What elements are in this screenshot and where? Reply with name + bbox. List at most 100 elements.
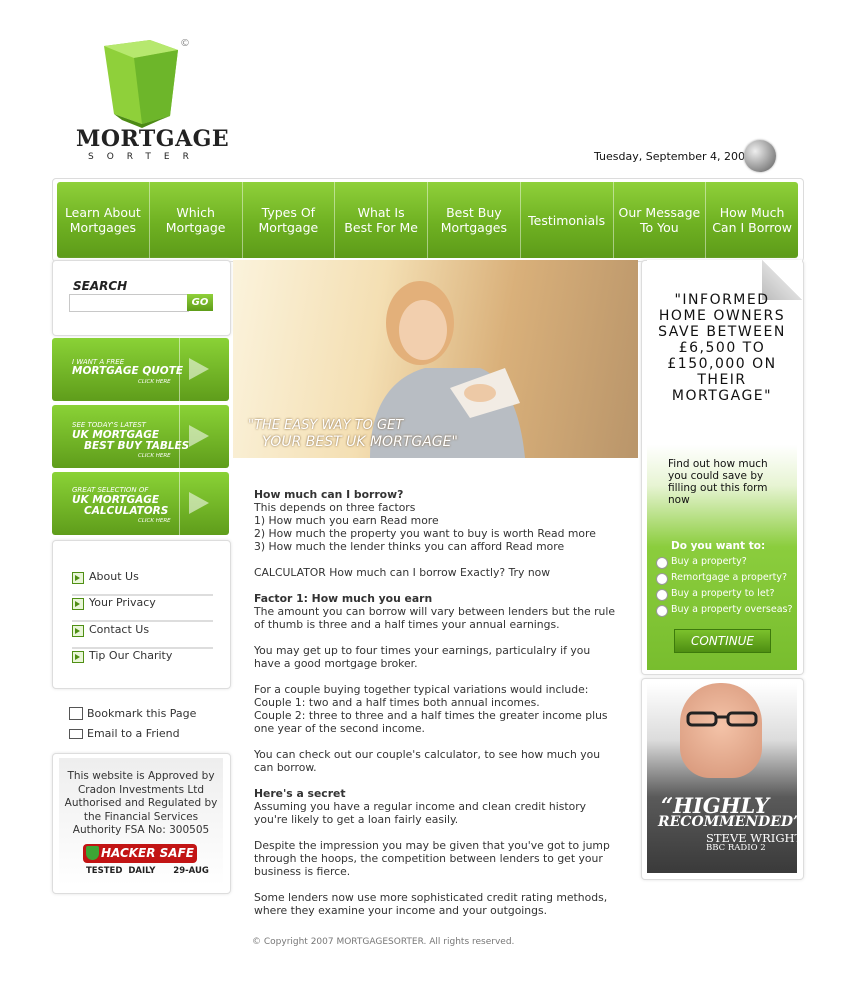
calculator-link[interactable]: CALCULATOR How much can I borrow Exactly… — [254, 566, 618, 579]
nav-label: Mortgage — [165, 220, 226, 235]
option-label: Buy a property? — [671, 556, 747, 567]
arrow-box-icon — [72, 572, 84, 584]
testimonial-recommended: RECOMMENDED” — [658, 814, 802, 830]
promo-big-text: Calculators — [84, 505, 169, 517]
logo-copyright-mark: © — [180, 38, 190, 49]
hero-tagline-2: YOUR BEST UK MORTGAGE" — [262, 434, 458, 450]
arrow-box-icon — [72, 598, 84, 610]
nav-which-mortgage[interactable]: Which Mortgage — [150, 182, 243, 258]
paragraph: Despite the impression you may be given … — [254, 839, 610, 878]
nav-label: Mortgage — [258, 220, 319, 235]
promo-big-text: Mortgage Quote — [72, 365, 184, 377]
search-input[interactable] — [69, 294, 189, 312]
text-line[interactable]: 1) How much you earn Read more — [254, 514, 618, 527]
nav-our-message-to-you[interactable]: Our Message To You — [614, 182, 707, 258]
nav-learn-about-mortgages[interactable]: Learn About Mortgages — [57, 182, 150, 258]
find-out-text: Find out how much you could save by fill… — [668, 458, 768, 506]
promo-divider — [179, 472, 180, 535]
nav-label: Our Message — [618, 205, 701, 220]
link-label: Your Privacy — [89, 596, 156, 609]
nav-label: Types Of — [261, 205, 316, 220]
nav-types-of-mortgage[interactable]: Types Of Mortgage — [243, 182, 336, 258]
logo-subtext: SORTER — [88, 152, 202, 162]
paragraph: Some lenders now use more sophisticated … — [254, 891, 608, 917]
text-line: This depends on three factors — [254, 501, 416, 514]
paragraph: You can check out our couple's calculato… — [254, 748, 601, 774]
savings-quote: "Informed home owners save between £6,50… — [658, 292, 786, 404]
nav-label: Best Buy — [446, 205, 502, 220]
promo-calculators[interactable]: Great selection of UK Mortgage Calculato… — [52, 472, 229, 535]
arrow-right-icon — [189, 492, 209, 514]
promo-small-text: See today's latest — [72, 421, 146, 429]
logo-text[interactable]: MORTGAGE — [76, 126, 229, 152]
link-tip-our-charity[interactable]: Tip Our Charity — [72, 647, 213, 673]
link-label: Contact Us — [89, 623, 150, 636]
text-line[interactable]: 2) How much the property you want to buy… — [254, 527, 618, 540]
text-line[interactable]: 3) How much the lender thinks you can af… — [254, 540, 618, 553]
text-line: Couple 1: two and a half times both annu… — [254, 696, 540, 709]
continue-button[interactable]: CONTINUE — [674, 629, 771, 653]
link-contact-us[interactable]: Contact Us — [72, 621, 213, 649]
nav-label: Mortgages — [69, 220, 136, 235]
arrow-right-icon — [189, 358, 209, 380]
option-label: Remortgage a property? — [671, 572, 788, 583]
steve-wright-photo — [680, 683, 762, 778]
bookmark-label: Bookmark this Page — [87, 707, 197, 720]
nav-best-buy-mortgages[interactable]: Best Buy Mortgages — [428, 182, 521, 258]
copyright-footer: © Copyright 2007 MORTGAGESORTER. All rig… — [252, 937, 515, 947]
nav-label: Mortgages — [440, 220, 507, 235]
promo-small-text: Great selection of — [72, 486, 149, 494]
current-date: Tuesday, September 4, 2007 — [594, 150, 753, 163]
radio-button[interactable] — [656, 589, 668, 601]
radio-button[interactable] — [656, 557, 668, 569]
promo-best-buy-tables[interactable]: See today's latest UK Mortgage Best Buy … — [52, 405, 229, 468]
tested-date: 29-AUG — [173, 866, 209, 876]
arrow-box-icon — [72, 651, 84, 663]
paragraph: The amount you can borrow will vary betw… — [254, 605, 616, 631]
do-you-want-label: Do you want to: — [671, 540, 766, 552]
nav-label: Which — [176, 205, 215, 220]
heading-factor-1: Factor 1: How much you earn — [254, 592, 433, 605]
link-your-privacy[interactable]: Your Privacy — [72, 594, 213, 622]
main-content: How much can I borrow? This depends on t… — [254, 488, 618, 930]
promo-divider — [179, 405, 180, 468]
nav-what-is-best-for-me[interactable]: What Is Best For Me — [335, 182, 428, 258]
main-nav: Learn About Mortgages Which Mortgage Types… — [57, 182, 798, 258]
option-label: Buy a property to let? — [671, 588, 775, 599]
arrow-right-icon — [189, 425, 209, 447]
envelope-icon — [69, 729, 83, 739]
nav-label: Learn About — [64, 205, 141, 220]
nav-label: What Is — [357, 205, 405, 220]
nav-label: Can I Borrow — [712, 220, 793, 235]
tested-text: TESTED DAILY — [86, 866, 156, 876]
heading-secret: Here's a secret — [254, 787, 346, 800]
promo-click-here: Click here — [138, 453, 171, 459]
nav-label: How Much — [719, 205, 785, 220]
nav-how-much-can-i-borrow[interactable]: How Much Can I Borrow — [706, 182, 798, 258]
heading-how-much: How much can I borrow? — [254, 488, 404, 501]
search-title: SEARCH — [73, 279, 128, 293]
hacker-safe-badge[interactable]: HACKER SAFE — [83, 844, 197, 863]
nav-label: To You — [640, 220, 679, 235]
option-label: Buy a property overseas? — [671, 604, 793, 615]
hero-tagline-1: "THE EASY WAY TO GET — [248, 418, 404, 433]
shield-icon — [86, 846, 99, 860]
text-line: For a couple buying together typical var… — [254, 683, 589, 696]
paragraph: Assuming you have a regular income and c… — [254, 800, 587, 826]
promo-click-here: Click here — [138, 379, 171, 385]
text-line: Couple 2: three to three and a half time… — [254, 709, 608, 735]
radio-button[interactable] — [656, 605, 668, 617]
link-label: Tip Our Charity — [89, 649, 173, 662]
uk-flag-icon[interactable] — [744, 140, 776, 172]
nav-label: Testimonials — [528, 212, 606, 228]
nav-label: Best For Me — [344, 220, 418, 235]
search-go-button[interactable]: GO — [187, 294, 213, 311]
promo-divider — [179, 338, 180, 401]
email-label: Email to a Friend — [87, 727, 180, 740]
promo-click-here: Click here — [138, 518, 171, 524]
tested-daily-label: TESTED DAILY 29-AUG — [86, 866, 209, 876]
radio-button[interactable] — [656, 573, 668, 585]
nav-testimonials[interactable]: Testimonials — [521, 182, 614, 258]
promo-free-mortgage-quote[interactable]: I want a free Mortgage Quote Click here — [52, 338, 229, 401]
link-about-us[interactable]: About Us — [72, 568, 213, 596]
